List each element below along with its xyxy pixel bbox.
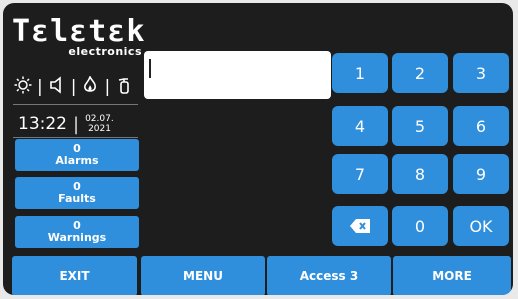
date-text: 02.07. 2021 — [85, 114, 114, 134]
speaker-icon — [47, 75, 67, 99]
control-panel-screen: Tεlεtεk electronics | | | 13:22 | 02.07.… — [3, 3, 513, 295]
key-1-button[interactable]: 1 — [332, 53, 388, 93]
warnings-button[interactable]: 0 Warnings — [15, 216, 139, 248]
status-icon-bar: | | | — [13, 74, 138, 100]
key-4-button[interactable]: 4 — [332, 106, 388, 146]
logo-brand: Tεlεtεk — [12, 14, 146, 49]
alarms-button[interactable]: 0 Alarms — [15, 139, 139, 171]
fire-icon — [80, 74, 100, 99]
text-cursor — [149, 59, 151, 78]
more-button[interactable]: MORE — [393, 256, 511, 295]
menu-button[interactable]: MENU — [141, 256, 265, 295]
extinguisher-icon — [114, 76, 134, 99]
datetime-display: 13:22 | 02.07. 2021 — [18, 112, 138, 136]
key-3-button[interactable]: 3 — [453, 53, 509, 93]
key-8-button[interactable]: 8 — [392, 154, 448, 194]
alarms-label: Alarms — [55, 154, 99, 167]
key-9-button[interactable]: 9 — [453, 154, 509, 194]
icon-divider: | — [70, 77, 77, 97]
faults-button[interactable]: 0 Faults — [15, 177, 139, 209]
key-2-button[interactable]: 2 — [392, 53, 448, 93]
time-divider: | — [73, 113, 80, 135]
warnings-label: Warnings — [47, 231, 107, 244]
backspace-button[interactable] — [332, 206, 388, 246]
sun-icon — [13, 76, 33, 99]
key-6-button[interactable]: 6 — [453, 106, 509, 146]
divider-line — [13, 104, 138, 105]
divider-line — [13, 137, 138, 138]
icon-divider: | — [37, 77, 43, 97]
time-text: 13:22 — [18, 114, 67, 134]
teletek-logo: Tεlεtεk electronics — [12, 14, 146, 59]
exit-button[interactable]: EXIT — [12, 256, 137, 295]
logo-subtitle: electronics — [68, 45, 142, 58]
date-day-month: 02.07. — [85, 114, 114, 124]
date-year: 2021 — [88, 124, 111, 134]
code-input-field[interactable] — [144, 51, 331, 99]
backspace-icon — [350, 219, 370, 233]
key-5-button[interactable]: 5 — [392, 106, 448, 146]
key-7-button[interactable]: 7 — [332, 154, 388, 194]
key-0-button[interactable]: 0 — [392, 206, 448, 246]
icon-divider: | — [104, 77, 111, 97]
faults-label: Faults — [58, 192, 96, 205]
access-level-button[interactable]: Access 3 — [267, 256, 391, 295]
ok-button[interactable]: OK — [453, 206, 509, 246]
